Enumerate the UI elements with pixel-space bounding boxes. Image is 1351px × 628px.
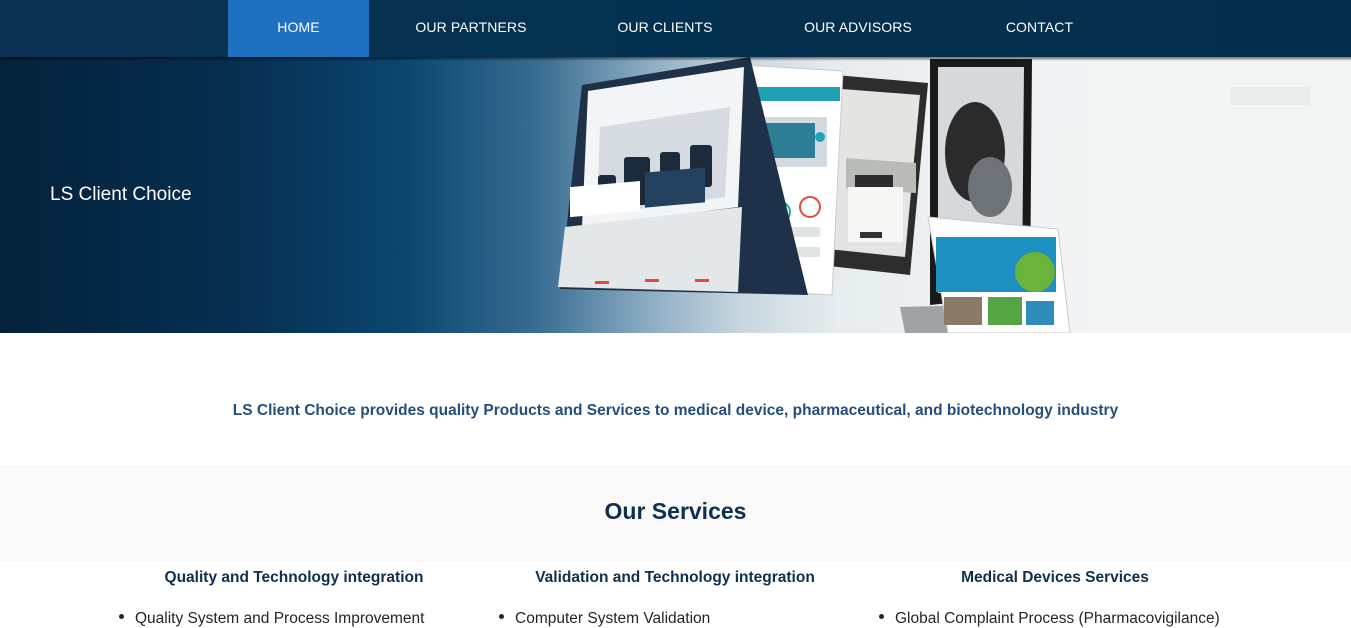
service-list-item-text: Quality System and Process Improvement — [135, 610, 425, 627]
nav-home-link[interactable]: HOME — [228, 0, 369, 57]
service-column-title-quality: Quality and Technology integration — [164, 569, 424, 586]
hero-banner: LS Client Choice — [0, 57, 1351, 333]
service-list-item-text: Global Complaint Process (Pharmacovigila… — [895, 610, 1220, 627]
bullet-icon — [499, 614, 504, 620]
nav-our-clients-link[interactable]: OUR CLIENTS — [605, 0, 725, 57]
hero-devices-illustration — [558, 57, 1351, 333]
service-column-title-medical-devices: Medical Devices Services — [961, 569, 1149, 586]
nav-shadow — [0, 57, 1351, 61]
service-list-item: Computer System Validation — [499, 610, 710, 628]
service-column-title-validation: Validation and Technology integration — [535, 569, 815, 586]
screen-welcome-visitors-panel — [927, 216, 1071, 333]
service-list-item-text: Computer System Validation — [515, 610, 711, 627]
nav-our-partners-link[interactable]: OUR PARTNERS — [404, 0, 538, 57]
nav-our-advisors-link[interactable]: OUR ADVISORS — [792, 0, 924, 57]
bullet-icon — [879, 614, 884, 620]
intro-text: LS Client Choice provides quality Produc… — [232, 402, 1119, 419]
service-list-item: Quality System and Process Improvement — [119, 610, 424, 628]
services-title: Our Services — [604, 498, 747, 524]
bullet-icon — [119, 614, 124, 620]
service-list-item: Global Complaint Process (Pharmacovigila… — [879, 610, 1220, 628]
nav-contact-link[interactable]: CONTACT — [992, 0, 1087, 57]
top-navigation: HOME OUR PARTNERS OUR CLIENTS OUR ADVISO… — [0, 0, 1351, 57]
